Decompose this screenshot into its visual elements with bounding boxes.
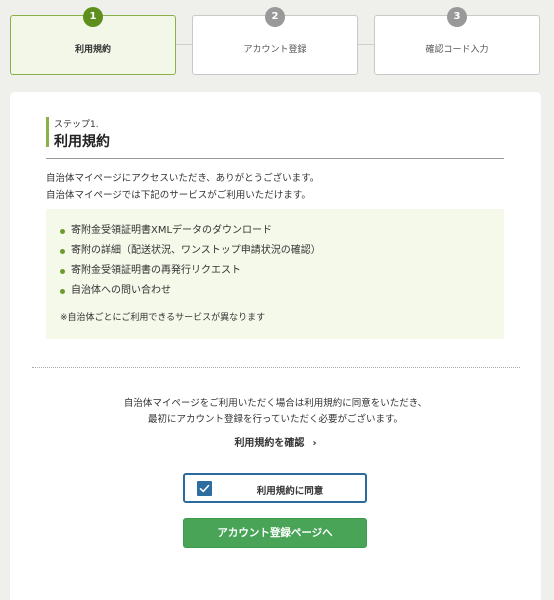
service-item-label: 自治体への問い合わせ <box>71 285 171 296</box>
step-2: 2 アカウント登録 <box>192 7 358 75</box>
view-terms-label: 利用規約を確認 <box>234 438 305 449</box>
agree-terms-checkbox[interactable]: 利用規約に同意 <box>183 473 367 503</box>
step-number: 1 <box>83 7 103 27</box>
service-item-label: 寄附の詳細（配送状況、ワンストップ申請状況の確認） <box>71 245 321 256</box>
intro-text: 自治体マイページにアクセスいただき、ありがとうございます。 自治体マイページでは… <box>46 170 516 204</box>
intro-line: 自治体マイページでは下記のサービスがご利用いただけます。 <box>46 190 311 201</box>
terms-description: 自治体マイページをご利用いただく場合は利用規約に同意をいただき、 最初にアカウン… <box>10 396 541 428</box>
step-label: 利用規約 <box>74 45 111 55</box>
agree-label: 利用規約に同意 <box>256 486 324 497</box>
bullet-icon <box>60 288 65 294</box>
view-terms-link[interactable]: 利用規約を確認 › <box>10 434 541 449</box>
step-connector <box>358 44 374 45</box>
list-item: 自治体への問い合わせ <box>60 281 504 301</box>
step-1: 1 利用規約 <box>10 7 176 75</box>
section-heading: ステップ1. 利用規約 <box>46 115 504 159</box>
services-note: ※自治体ごとにご利用できるサービスが異なります <box>60 313 266 323</box>
step-number: 2 <box>265 7 285 27</box>
chevron-right-icon: › <box>312 438 317 449</box>
step-caption: ステップ1. <box>54 120 99 130</box>
step-label: アカウント登録 <box>243 45 307 55</box>
bullet-icon <box>60 228 65 234</box>
bullet-icon <box>60 268 65 274</box>
terms-line: 最初にアカウント登録を行っていただく必要がございます。 <box>147 414 404 425</box>
bullet-icon <box>60 248 65 254</box>
intro-line: 自治体マイページにアクセスいただき、ありがとうございます。 <box>46 173 320 184</box>
service-item-label: 寄附金受領証明書の再発行リクエスト <box>71 265 241 276</box>
page-title: 利用規約 <box>54 134 110 150</box>
step-3: 3 確認コード入力 <box>374 7 540 75</box>
list-item: 寄附金受領証明書の再発行リクエスト <box>60 261 504 281</box>
checkbox-checked-icon <box>197 481 212 496</box>
dotted-divider <box>32 367 520 368</box>
terms-line: 自治体マイページをご利用いただく場合は利用規約に同意をいただき、 <box>123 398 428 409</box>
account-register-button[interactable]: アカウント登録ページへ <box>183 518 367 548</box>
services-list: 寄附金受領証明書XMLデータのダウンロード 寄附の詳細（配送状況、ワンストップ申… <box>60 221 504 301</box>
list-item: 寄附の詳細（配送状況、ワンストップ申請状況の確認） <box>60 241 504 261</box>
step-label: 確認コード入力 <box>425 45 489 55</box>
main-card: ステップ1. 利用規約 自治体マイページにアクセスいただき、ありがとうございます… <box>10 92 541 600</box>
list-item: 寄附金受領証明書XMLデータのダウンロード <box>60 221 504 241</box>
check-icon <box>199 484 210 493</box>
heading-accent-bar <box>46 117 49 147</box>
step-number: 3 <box>447 7 467 27</box>
stepper: 1 利用規約 2 アカウント登録 3 確認コード入力 <box>0 0 554 80</box>
services-box: 寄附金受領証明書XMLデータのダウンロード 寄附の詳細（配送状況、ワンストップ申… <box>46 209 504 339</box>
step-connector <box>176 44 192 45</box>
service-item-label: 寄附金受領証明書XMLデータのダウンロード <box>71 225 273 236</box>
